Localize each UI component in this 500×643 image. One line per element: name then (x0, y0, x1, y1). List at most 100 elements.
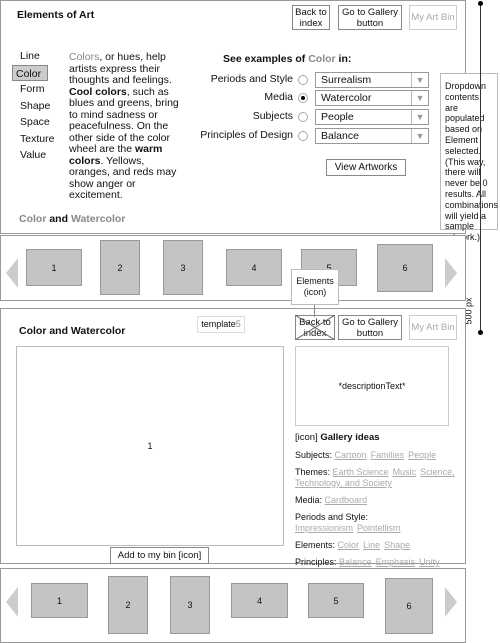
nav-item-texture[interactable]: Texture (16, 131, 56, 148)
idea-link[interactable]: Shape (384, 540, 410, 550)
view-artworks-button[interactable]: View Artworks (326, 159, 406, 176)
carousel-thumbnail[interactable]: 1 (26, 249, 82, 286)
carousel-next-arrow-icon[interactable] (445, 587, 457, 617)
nav-item-shape[interactable]: Shape (16, 98, 56, 115)
carousel-prev-arrow-icon[interactable] (6, 587, 18, 617)
filter-radio[interactable] (298, 112, 308, 122)
template-text: template (201, 319, 236, 329)
idea-link[interactable]: Line (363, 540, 380, 550)
idea-label: Themes: (295, 467, 331, 477)
dropdown-value: Surrealism (321, 74, 372, 86)
heading-text: See examples of (223, 53, 309, 65)
filter-label: Periods and Style (210, 73, 293, 85)
my-art-bin-button[interactable]: My Art Bin (409, 315, 457, 340)
desc-bold: Cool colors (69, 85, 127, 98)
add-to-bin-button[interactable]: Add to my bin [icon] (110, 547, 209, 564)
nav-item-form[interactable]: Form (16, 81, 56, 98)
heading-element: Color (308, 53, 336, 65)
element-nav: Line Color Form Shape Space Texture Value (12, 48, 56, 164)
idea-link[interactable]: Unity (419, 557, 440, 567)
filter-row: Periods and Style Surrealism ▼ (200, 72, 435, 88)
my-art-bin-button[interactable]: My Art Bin (409, 5, 457, 30)
dropdown-value: Balance (321, 130, 359, 142)
carousel-thumbnail[interactable]: 2 (100, 240, 140, 295)
dropdown-arrow-icon[interactable]: ▼ (411, 91, 428, 105)
carousel-thumbnail[interactable]: 6 (377, 244, 433, 292)
nav-item-value[interactable]: Value (16, 147, 56, 164)
carousel-thumbnail[interactable]: 3 (163, 240, 203, 295)
carousel-thumbnail[interactable]: 1 (31, 583, 88, 618)
filter-row: Principles of Design Balance ▼ (200, 128, 435, 144)
filter-radio[interactable] (298, 75, 308, 85)
carousel-thumbnail[interactable]: 5 (308, 583, 364, 618)
summary-filter: Watercolor (70, 213, 126, 225)
dimension-line (480, 3, 481, 333)
idea-label: Media: (295, 495, 323, 505)
carousel-thumbnail[interactable]: 4 (231, 583, 288, 618)
idea-link[interactable]: Balance (339, 557, 372, 567)
filter-dropdown[interactable]: Surrealism ▼ (315, 72, 429, 88)
idea-link[interactable]: Emphasis (376, 557, 416, 567)
filter-dropdown[interactable]: People ▼ (315, 109, 429, 125)
element-word: Colors (69, 51, 100, 63)
gallery-ideas-icon: [icon] (295, 432, 321, 443)
dropdown-arrow-icon[interactable]: ▼ (411, 73, 428, 87)
nav-item-color[interactable]: Color (12, 64, 48, 81)
carousel-thumbnail[interactable]: 4 (226, 249, 282, 286)
gallery-ideas-list: Subjects: Cartoon Families People Themes: E… (295, 450, 455, 574)
dropdown-arrow-icon[interactable]: ▼ (411, 110, 428, 124)
filter-radio[interactable] (298, 93, 308, 103)
nav-item-space[interactable]: Space (16, 114, 56, 131)
idea-link[interactable]: Pointellism (357, 523, 401, 533)
idea-link[interactable]: Earth Science (333, 467, 389, 477)
dropdown-value: People (321, 111, 354, 123)
gallery-idea-group: Principles: Balance Emphasis Unity (295, 557, 455, 568)
image-number: 1 (147, 441, 153, 451)
carousel-thumbnail[interactable]: 2 (108, 576, 148, 634)
idea-link[interactable]: Impressionism (295, 523, 353, 533)
artwork-page-title: Color and Watercolor (19, 325, 126, 337)
gallery-idea-group: Elements: Color Line Shape (295, 540, 455, 551)
filter-dropdown[interactable]: Balance ▼ (315, 128, 429, 144)
carousel-thumbnail[interactable]: 3 (170, 576, 210, 634)
selection-summary: Color and Watercolor (19, 213, 125, 225)
template-number: 5 (235, 319, 241, 329)
idea-link[interactable]: Music (393, 467, 417, 477)
nav-item-line[interactable]: Line (16, 48, 56, 65)
filter-label: Media (264, 91, 293, 103)
page-title: Elements of Art (17, 9, 95, 21)
see-examples-heading: See examples of Color in: (223, 53, 351, 65)
back-to-index-button[interactable]: Back to index (292, 5, 330, 30)
cross-out-icon (295, 315, 335, 340)
filter-row: Subjects People ▼ (200, 109, 435, 125)
gallery-idea-group: Periods and Style: Impressionism Pointell… (295, 512, 455, 534)
elements-icon-callout: Elements (icon) (291, 269, 339, 305)
callout-arrow (314, 305, 315, 317)
idea-link[interactable]: Cardboard (325, 495, 368, 505)
description-text: *descriptionText* (338, 381, 406, 391)
dimension-dot (478, 330, 483, 335)
idea-label: Principles: (295, 557, 337, 567)
carousel-thumbnail[interactable]: 6 (385, 578, 433, 634)
idea-link[interactable]: People (408, 450, 436, 460)
filter-label: Principles of Design (200, 129, 293, 141)
filter-radio[interactable] (298, 131, 308, 141)
idea-label: Subjects: (295, 450, 333, 460)
idea-link[interactable]: Cartoon (335, 450, 367, 460)
idea-label: Periods and Style: (295, 512, 369, 522)
heading-text: in: (335, 53, 352, 65)
carousel-next-arrow-icon[interactable] (445, 258, 457, 288)
carousel-prev-arrow-icon[interactable] (6, 258, 18, 288)
artwork-image: 1 (16, 346, 284, 546)
dropdown-value: Watercolor (321, 92, 372, 104)
gallery-ideas-heading: [icon] Gallery ideas (295, 432, 380, 443)
go-to-gallery-button[interactable]: Go to Gallery button (338, 5, 402, 30)
go-to-gallery-button[interactable]: Go to Gallery button (338, 315, 402, 340)
dropdown-arrow-icon[interactable]: ▼ (411, 129, 428, 143)
annotation-note: Dropdown contents are populated based on… (440, 73, 498, 242)
filter-dropdown[interactable]: Watercolor ▼ (315, 90, 429, 106)
idea-link[interactable]: Families (371, 450, 405, 460)
summary-and: and (46, 213, 71, 225)
element-description: Colors, or hues, help artists express th… (69, 51, 184, 202)
idea-link[interactable]: Color (338, 540, 360, 550)
